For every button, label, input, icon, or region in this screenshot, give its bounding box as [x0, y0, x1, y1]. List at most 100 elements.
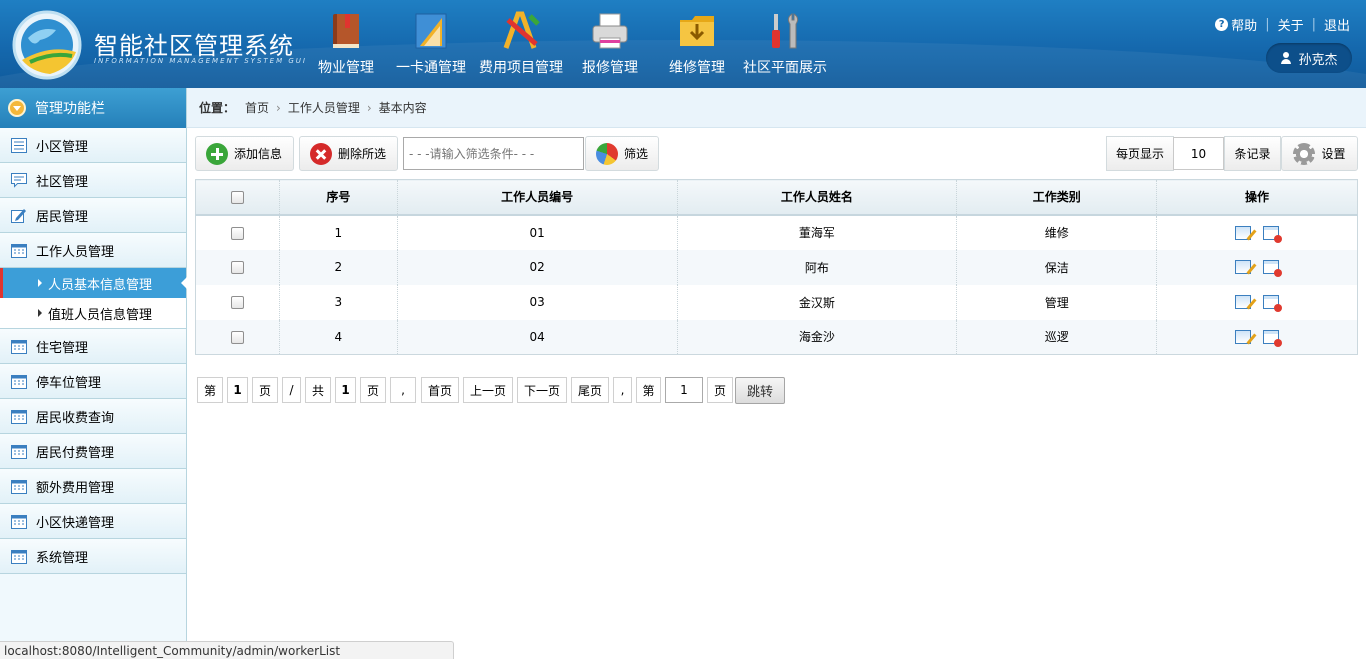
edit-icon[interactable] — [1235, 330, 1252, 344]
help-link[interactable]: 帮助 — [1231, 15, 1257, 34]
chevron-down-icon — [8, 99, 26, 117]
sidebar-item-residential-area[interactable]: 小区管理 — [0, 128, 186, 163]
column-header: 工作人员编号 — [396, 179, 678, 216]
jump-page-input[interactable] — [665, 377, 703, 403]
edit-icon — [11, 208, 26, 223]
tools-icon — [772, 13, 799, 49]
staff-name: 金汉斯 — [676, 284, 957, 320]
header: 智能社区管理系统 INFORMATION MANAGEMENT SYSTEM G… — [0, 0, 1366, 88]
close-icon — [310, 142, 332, 165]
calendar-icon — [11, 549, 27, 564]
sidebar-item-community[interactable]: 社区管理 — [0, 163, 186, 198]
records-label: 条记录 — [1224, 136, 1281, 171]
sidebar-subitem-staff-duty[interactable]: 值班人员信息管理 — [0, 298, 186, 328]
browser-status-bar: localhost:8080/Intelligent_Community/adm… — [0, 641, 454, 659]
staff-type: 维修 — [956, 214, 1157, 250]
page-text: 页 — [707, 377, 733, 403]
delete-icon[interactable] — [1263, 330, 1283, 347]
filter-button[interactable]: 筛选 — [585, 136, 659, 171]
delete-selected-button[interactable]: 删除所选 — [299, 136, 398, 171]
sidebar-item-staff[interactable]: 工作人员管理 — [0, 233, 186, 268]
list-icon — [11, 137, 27, 153]
select-all-checkbox[interactable] — [230, 190, 244, 204]
sidebar-header[interactable]: 管理功能栏 — [0, 88, 186, 128]
sidebar-item-extra-fee[interactable]: 额外费用管理 — [0, 469, 186, 504]
row-number: 2 — [278, 249, 398, 285]
calendar-icon — [11, 409, 27, 424]
staff-type: 巡逻 — [956, 319, 1157, 355]
filter-input[interactable] — [403, 137, 584, 170]
sidebar-item-system[interactable]: 系统管理 — [0, 539, 186, 574]
breadcrumb-label: 位置： — [199, 101, 236, 115]
nav-community-map[interactable]: 社区平面展示 — [740, 6, 830, 86]
nav-property[interactable]: 物业管理 — [306, 6, 386, 86]
column-header: 序号 — [278, 179, 398, 216]
ruler-icon — [415, 13, 447, 49]
breadcrumb: 位置： 首页 › 工作人员管理 › 基本内容 — [187, 88, 1366, 128]
row-checkbox[interactable] — [230, 296, 244, 309]
next-page-button[interactable]: 下一页 — [517, 377, 567, 403]
nav-fee[interactable]: 费用项目管理 — [476, 6, 566, 86]
jump-button[interactable]: 跳转 — [735, 377, 785, 404]
per-page-input[interactable] — [1173, 137, 1224, 170]
page-text: 页 — [252, 377, 278, 403]
nav-card[interactable]: 一卡通管理 — [386, 6, 476, 86]
plus-icon — [206, 142, 228, 165]
staff-name: 海金沙 — [676, 319, 957, 355]
page-text: 共 — [305, 377, 331, 403]
add-info-button[interactable]: 添加信息 — [195, 136, 294, 171]
staff-table: 序号 工作人员编号 工作人员姓名 工作类别 操作 1 01 董海军 维修 2 0… — [195, 179, 1358, 355]
breadcrumb-separator: › — [276, 100, 281, 115]
user-badge[interactable]: 孙克杰 — [1266, 43, 1352, 73]
breadcrumb-staff[interactable]: 工作人员管理 — [288, 99, 360, 116]
nav-repair[interactable]: 维修管理 — [654, 6, 740, 86]
sidebar-item-parking[interactable]: 停车位管理 — [0, 364, 186, 399]
calendar-icon — [11, 243, 27, 258]
row-number: 1 — [278, 214, 398, 250]
chat-icon — [11, 172, 27, 188]
current-page: 1 — [227, 377, 248, 403]
staff-code: 02 — [396, 249, 678, 285]
row-checkbox[interactable] — [230, 261, 244, 274]
calendar-icon — [11, 514, 27, 529]
delete-icon[interactable] — [1263, 225, 1283, 243]
first-page-button[interactable]: 首页 — [421, 377, 459, 403]
calendar-icon — [11, 374, 27, 389]
prev-page-button[interactable]: 上一页 — [463, 377, 513, 403]
row-checkbox[interactable] — [230, 226, 244, 240]
staff-code: 03 — [396, 284, 678, 320]
sidebar-item-express[interactable]: 小区快递管理 — [0, 504, 186, 539]
about-link[interactable]: 关于 — [1278, 15, 1304, 34]
calendar-icon — [11, 444, 27, 459]
last-page-button[interactable]: 尾页 — [571, 377, 609, 403]
edit-icon[interactable] — [1235, 260, 1252, 275]
breadcrumb-home[interactable]: 首页 — [245, 99, 269, 116]
sidebar-subitem-staff-basic[interactable]: 人员基本信息管理 — [0, 268, 187, 298]
sidebar-item-payment[interactable]: 居民付费管理 — [0, 434, 186, 469]
staff-submenu: 人员基本信息管理 值班人员信息管理 — [0, 268, 187, 329]
total-pages: 1 — [335, 377, 356, 403]
nav-report[interactable]: 报修管理 — [566, 6, 654, 86]
logout-link[interactable]: 退出 — [1324, 15, 1350, 34]
book-icon — [333, 14, 359, 48]
delete-icon[interactable] — [1263, 260, 1283, 278]
settings-button[interactable]: 设置 — [1281, 136, 1358, 171]
app-title: 智能社区管理系统 — [94, 32, 294, 60]
sidebar-item-residents[interactable]: 居民管理 — [0, 198, 186, 233]
help-icon: ? — [1215, 18, 1229, 31]
user-name: 孙克杰 — [1298, 52, 1338, 68]
row-checkbox[interactable] — [230, 330, 244, 344]
edit-icon[interactable] — [1235, 295, 1252, 310]
staff-code: 01 — [396, 214, 678, 250]
row-number: 4 — [278, 319, 398, 355]
row-number: 3 — [278, 284, 398, 320]
sidebar-item-fee-query[interactable]: 居民收费查询 — [0, 399, 186, 434]
sidebar-item-housing[interactable]: 住宅管理 — [0, 329, 186, 364]
page-text: 第 — [197, 377, 223, 403]
pie-chart-icon — [596, 142, 618, 165]
user-icon — [1280, 52, 1292, 64]
per-page-label: 每页显示 — [1106, 136, 1174, 171]
edit-icon[interactable] — [1235, 225, 1252, 240]
column-header: 操作 — [1156, 179, 1358, 216]
delete-icon[interactable] — [1263, 295, 1283, 313]
